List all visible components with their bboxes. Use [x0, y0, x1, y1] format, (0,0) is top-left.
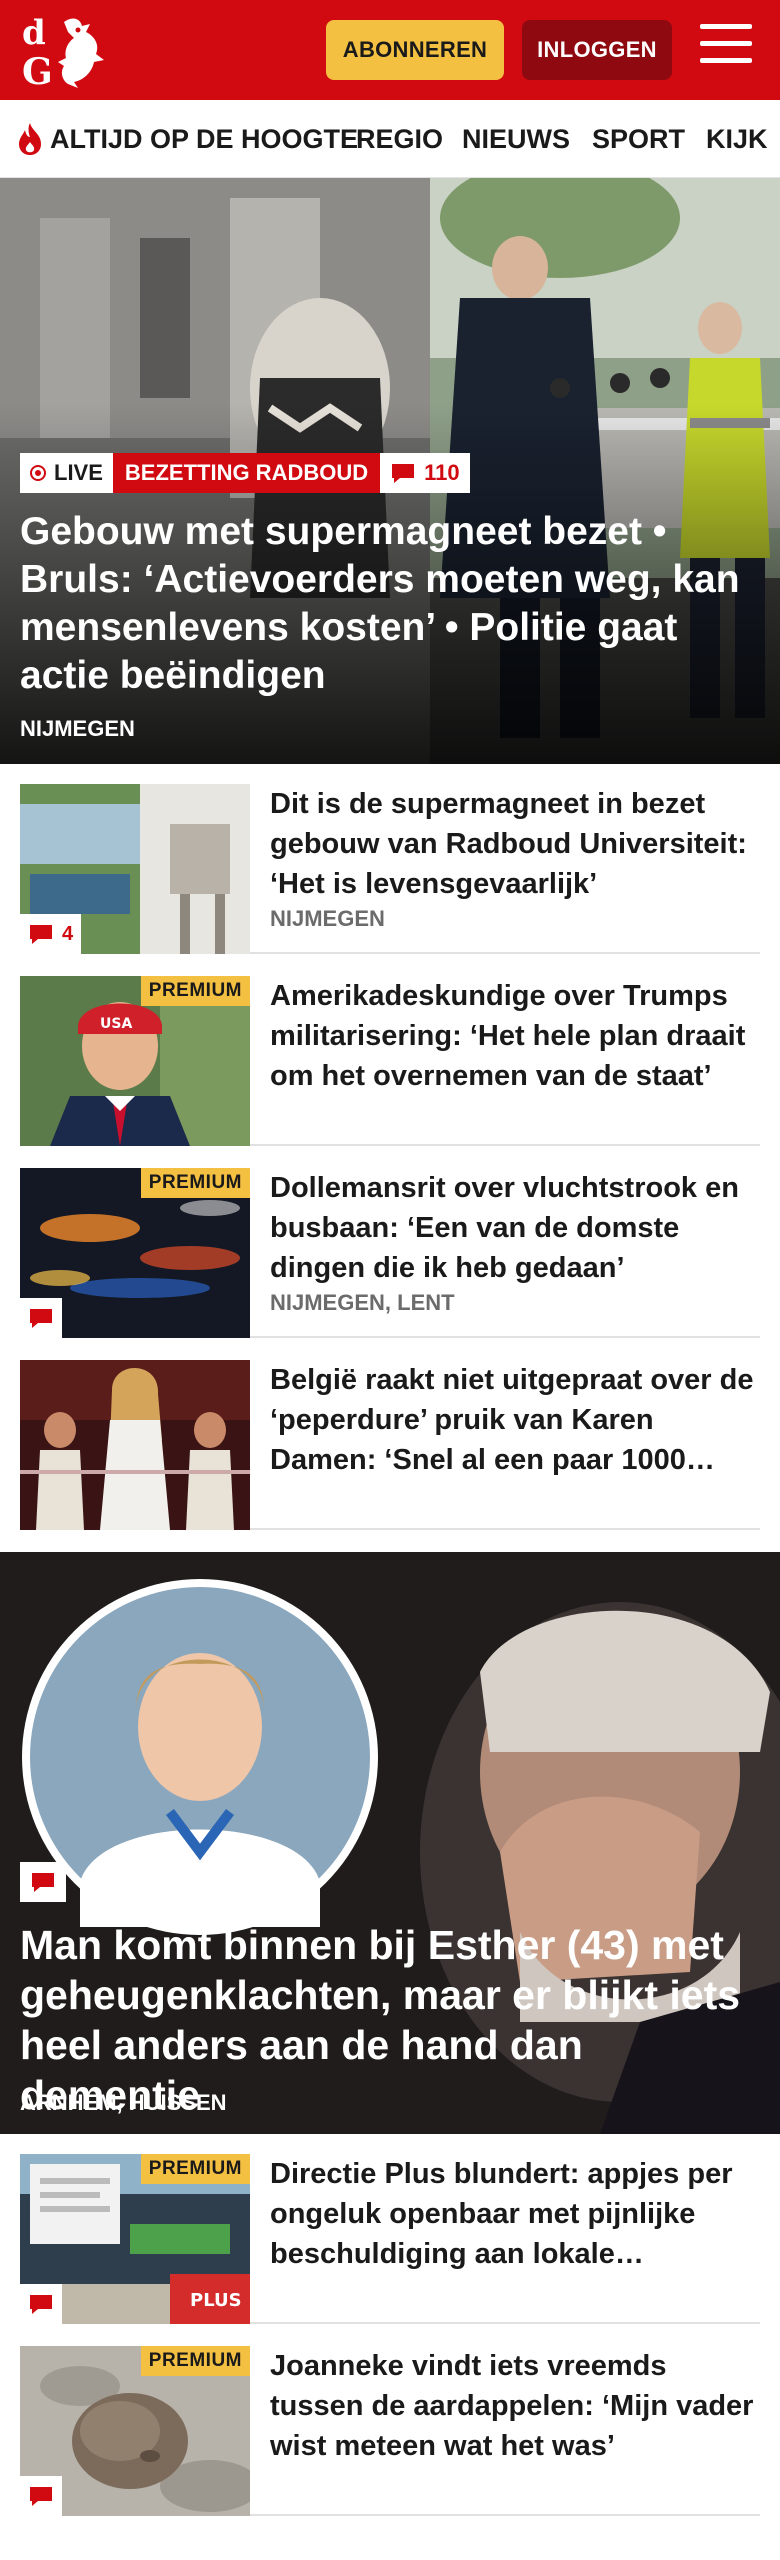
nav-item-sport[interactable]: SPORT — [592, 100, 685, 177]
comment-badge — [20, 1298, 62, 1338]
premium-badge: PREMIUM — [140, 2154, 250, 2184]
list-item[interactable]: USA PREMIUM Amerikadeskundige over Trump… — [20, 956, 760, 1146]
subscribe-button[interactable]: ABONNEREN — [326, 20, 504, 80]
article-thumbnail: USA PREMIUM — [20, 976, 250, 1146]
comment-icon — [392, 464, 415, 483]
menu-icon[interactable] — [700, 24, 752, 76]
nav-item-nieuws[interactable]: NIEUWS — [462, 100, 570, 177]
comment-badge — [20, 2284, 62, 2324]
premium-badge: PREMIUM — [140, 976, 250, 1006]
comment-badge — [20, 1862, 66, 1902]
article-title[interactable]: Amerikadeskundige over Trumps militarise… — [270, 976, 760, 1096]
comment-icon — [32, 1873, 54, 1892]
comment-icon — [30, 2295, 52, 2314]
svg-text:G: G — [22, 51, 53, 90]
article-location: NIJMEGEN, LENT — [270, 1290, 455, 1315]
comment-badge: 4 — [20, 914, 82, 954]
flame-icon — [19, 123, 41, 155]
live-label: LIVE — [54, 460, 103, 485]
section-nav: ALTIJD OP DE HOOGTE REGIO NIEUWS SPORT K… — [0, 100, 780, 178]
list-item[interactable]: 4 Dit is de supermagneet in bezet gebouw… — [20, 764, 760, 954]
article-location: NIJMEGEN — [270, 906, 385, 931]
nav-item-altijd-op-de-hoogte[interactable]: ALTIJD OP DE HOOGTE — [16, 100, 359, 177]
comment-count: 110 — [424, 460, 460, 485]
article-thumbnail: PREMIUM — [20, 2346, 250, 2516]
hero-article[interactable]: LIVE BEZETTING RADBOUD 110 Gebouw met su… — [0, 178, 780, 764]
list-item[interactable]: PREMIUM Dollemansrit over vluchtstrook e… — [20, 1148, 760, 1338]
comment-count: 4 — [62, 922, 74, 945]
article-title[interactable]: Dit is de supermagneet in bezet gebouw v… — [270, 784, 760, 904]
article-thumbnail: 4 — [20, 784, 250, 954]
nav-item-kijk[interactable]: KIJK — [706, 100, 768, 177]
comment-icon — [30, 2487, 52, 2506]
top-bar: d G ABONNEREN INLOGGEN — [0, 0, 780, 100]
feature-article[interactable]: Man komt binnen bij Esther (43) met gehe… — [0, 1552, 780, 2134]
svg-text:d: d — [22, 13, 46, 53]
hero-location: NIJMEGEN — [20, 716, 135, 741]
login-button[interactable]: INLOGGEN — [522, 20, 672, 80]
list-item[interactable]: België raakt niet uitgepraat over de ‘pe… — [20, 1340, 760, 1530]
comment-badge — [20, 2476, 62, 2516]
topic-badge[interactable]: BEZETTING RADBOUD — [112, 453, 381, 493]
premium-badge: PREMIUM — [140, 1168, 250, 1198]
hero-badges: LIVE BEZETTING RADBOUD 110 — [20, 453, 470, 493]
comment-icon — [30, 1309, 52, 1328]
feature-location: ARNHEM, HUISSEN — [20, 2090, 227, 2115]
article-title[interactable]: Joanneke vindt iets vreemds tussen de aa… — [270, 2346, 760, 2466]
premium-badge: PREMIUM — [140, 2346, 250, 2376]
nav-item-regio[interactable]: REGIO — [356, 100, 443, 177]
svg-text:PLUS: PLUS — [190, 2290, 242, 2311]
live-badge: LIVE — [20, 453, 113, 493]
list-item[interactable]: PLUS PREMIUM Directie Plus blundert: app… — [20, 2134, 760, 2324]
comment-icon — [30, 925, 52, 944]
hero-title[interactable]: Gebouw met supermagneet bezet • Bruls: ‘… — [20, 508, 760, 700]
article-title[interactable]: België raakt niet uitgepraat over de ‘pe… — [270, 1360, 760, 1480]
logo-icon[interactable]: d G — [20, 10, 116, 90]
article-title[interactable]: Directie Plus blundert: appjes per ongel… — [270, 2154, 760, 2274]
article-thumbnail: PREMIUM — [20, 1168, 250, 1338]
comment-count-badge[interactable]: 110 — [380, 453, 470, 493]
article-thumbnail — [20, 1360, 250, 1530]
list-item[interactable]: PREMIUM Joanneke vindt iets vreemds tuss… — [20, 2326, 760, 2516]
article-thumbnail: PLUS PREMIUM — [20, 2154, 250, 2324]
svg-text:USA: USA — [100, 1016, 132, 1032]
article-title[interactable]: Dollemansrit over vluchtstrook en busbaa… — [270, 1168, 760, 1288]
nav-item-label: ALTIJD OP DE HOOGTE — [50, 123, 359, 154]
live-dot-icon — [30, 465, 46, 481]
